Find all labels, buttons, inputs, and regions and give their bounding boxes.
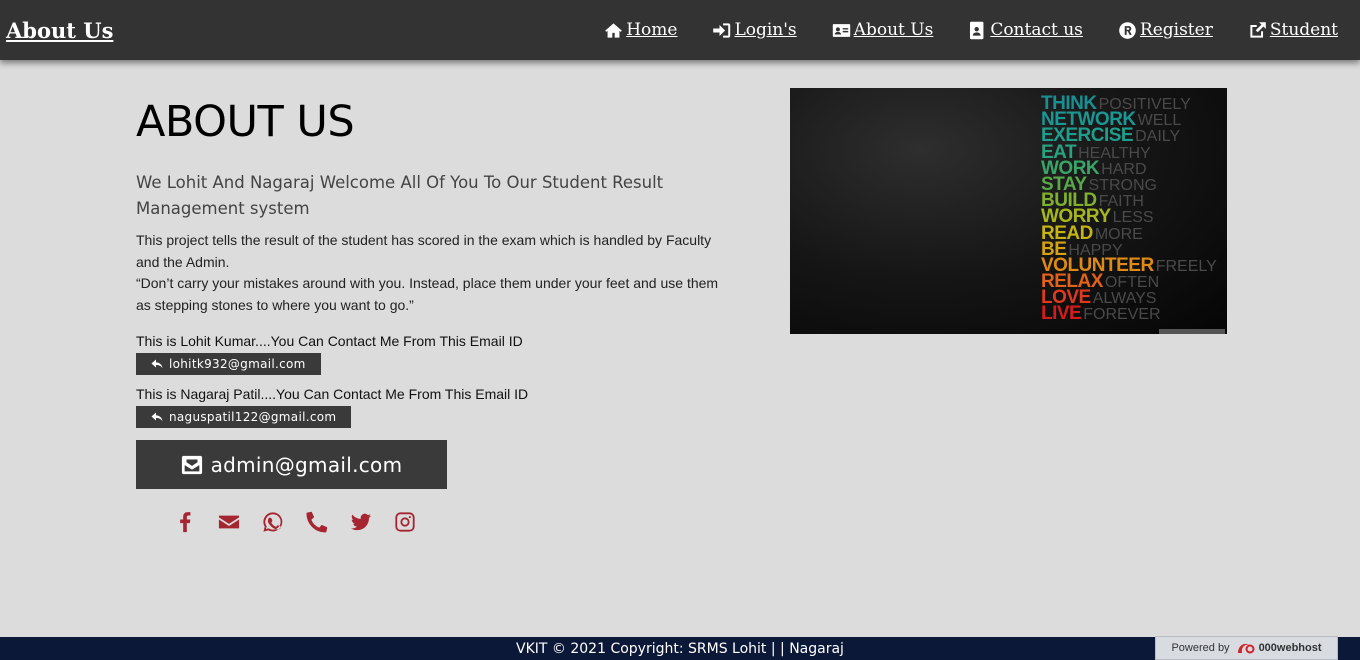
email-lohit-label: lohitk932@gmail.com <box>169 357 306 371</box>
home-icon <box>605 22 623 38</box>
footer-copyright: VKIT © 2021 Copyright: SRMS Lohit | | Na… <box>516 640 844 657</box>
id-card-icon <box>832 23 850 37</box>
motivation-word-list: THINK POSITIVELY NETWORK WELL EXERCISE DAILY E… <box>1041 94 1217 325</box>
email-nagaraj-label: naguspatil122@gmail.com <box>169 410 337 424</box>
nav-about-label: About Us <box>853 20 934 40</box>
whatsapp-icon <box>263 512 283 532</box>
twitter-icon <box>350 513 372 531</box>
nav-register-label: Register <box>1139 20 1213 40</box>
motivation-tail: HARD <box>1101 160 1147 178</box>
motivation-tail: OFTEN <box>1104 274 1160 292</box>
nav-contact[interactable]: Contact us <box>968 20 1083 40</box>
nav-home[interactable]: Home <box>604 20 677 40</box>
nav-student-label: Student <box>1269 20 1338 40</box>
twitter-link[interactable] <box>350 511 372 533</box>
envelope-open-icon <box>181 455 202 474</box>
hosted-badge[interactable]: Powered by 000webhost <box>1155 636 1338 660</box>
motivation-tail: ALWAYS <box>1092 290 1157 308</box>
admin-email-label: admin@gmail.com <box>210 452 403 477</box>
quote-text: “Don’t carry your mistakes around with y… <box>136 275 719 313</box>
webhost-logo-icon <box>1237 643 1255 654</box>
brand-link[interactable]: About Us <box>6 18 113 43</box>
email-nagaraj-button[interactable]: naguspatil122@gmail.com <box>136 406 352 428</box>
admin-email-button[interactable]: admin@gmail.com <box>136 440 447 489</box>
motivation-tail: STRONG <box>1088 176 1157 194</box>
image-credit-bar <box>1159 329 1225 334</box>
registered-icon <box>1119 21 1136 39</box>
nav-about[interactable]: About Us <box>832 20 934 40</box>
motivation-tail: LESS <box>1112 209 1154 227</box>
motivation-tail: DAILY <box>1135 128 1181 146</box>
motivation-image: THINK POSITIVELY NETWORK WELL EXERCISE DAILY E… <box>790 88 1227 334</box>
motivation-tail: WELL <box>1137 112 1182 130</box>
welcome-subtitle: We Lohit And Nagaraj Welcome All Of You … <box>136 173 664 218</box>
top-navbar: About Us Home Login's About Us Contact u… <box>0 0 1360 60</box>
instagram-icon <box>395 512 415 532</box>
hosted-name: 000webhost <box>1258 642 1322 654</box>
motivation-row: LIVE FOREVER <box>1041 303 1217 325</box>
motivation-word: LIVE <box>1041 303 1082 325</box>
facebook-link[interactable] <box>174 511 196 533</box>
nav-logins-label: Login's <box>734 20 797 40</box>
address-book-icon <box>970 21 984 39</box>
contact-lohit-text: This is Lohit Kumar....You Can Contact M… <box>136 333 523 349</box>
phone-link[interactable] <box>306 511 328 533</box>
nav-logins[interactable]: Login's <box>712 20 797 40</box>
facebook-icon <box>180 512 191 533</box>
instagram-link[interactable] <box>394 511 416 533</box>
about-content: ABOUT US We Lohit And Nagaraj Welcome Al… <box>136 96 746 533</box>
reply-icon <box>151 359 163 369</box>
nav-menu: Home Login's About Us Contact us Registe… <box>604 20 1338 40</box>
nav-register[interactable]: Register <box>1118 20 1213 40</box>
sign-in-icon <box>713 22 731 38</box>
motivation-row: READ MORE <box>1041 224 1217 243</box>
project-description: This project tells the result of the stu… <box>136 230 736 316</box>
page-title: ABOUT US <box>136 97 355 147</box>
motivation-tail: FOREVER <box>1083 306 1161 324</box>
external-link-icon <box>1250 21 1266 38</box>
envelope-icon <box>218 515 240 529</box>
phone-icon <box>306 511 328 533</box>
motivation-tail: FREELY <box>1155 257 1217 275</box>
contact-nagaraj-text: This is Nagaraj Patil....You Can Contact… <box>136 386 529 402</box>
email-lohit-button[interactable]: lohitk932@gmail.com <box>136 353 321 375</box>
hosted-prefix: Powered by <box>1171 642 1230 654</box>
nav-student[interactable]: Student <box>1248 20 1338 40</box>
reply-icon <box>151 412 163 422</box>
nav-home-label: Home <box>626 20 678 40</box>
whatsapp-link[interactable] <box>262 511 284 533</box>
description-text: This project tells the result of the stu… <box>136 232 712 270</box>
social-links <box>174 511 746 533</box>
email-link[interactable] <box>218 511 240 533</box>
nav-contact-label: Contact us <box>990 20 1083 40</box>
motivation-tail: MORE <box>1094 225 1143 243</box>
